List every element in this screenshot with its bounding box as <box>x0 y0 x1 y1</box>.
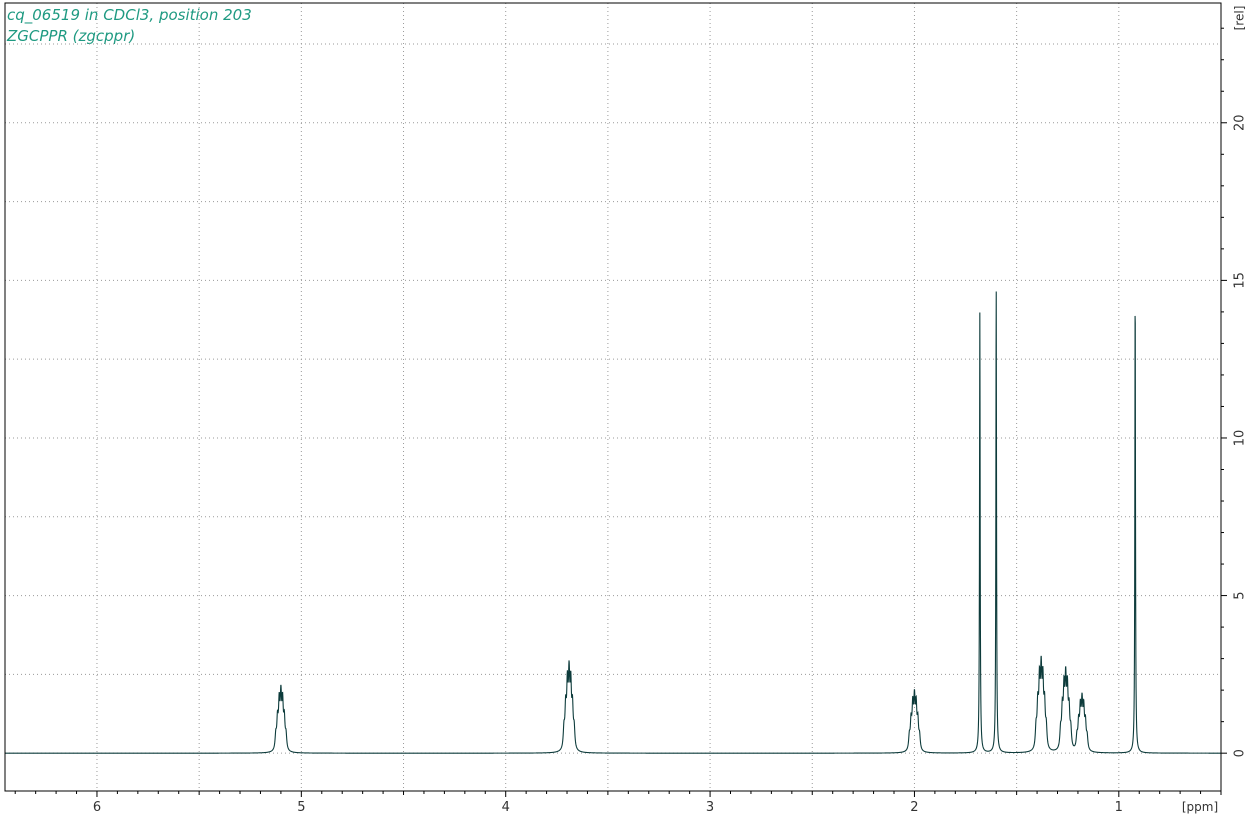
x-axis-unit: [ppm] <box>1182 800 1218 814</box>
y-axis-unit: [rel] <box>1233 6 1247 31</box>
y-axis: 0 5 10 15 20 [rel] <box>1221 6 1248 757</box>
spectrum-line <box>5 291 1221 754</box>
x-tick-label: 5 <box>297 800 305 815</box>
x-tick-label: 2 <box>910 800 918 815</box>
x-tick-label: 1 <box>1115 800 1123 815</box>
x-tick-label: 4 <box>502 800 510 815</box>
nmr-spectrum-chart: 6 5 4 3 2 1 [ppm] 0 5 10 15 20 [rel] <box>4 2 1248 815</box>
y-tick-label: 10 <box>1233 430 1248 447</box>
y-tick-label: 0 <box>1233 749 1248 757</box>
y-tick-label: 15 <box>1233 272 1248 289</box>
y-tick-label: 5 <box>1233 591 1248 599</box>
x-tick-label: 6 <box>93 800 101 815</box>
plot-frame <box>4 2 1222 792</box>
x-tick-label: 3 <box>706 800 714 815</box>
spectrum-trace <box>5 291 1221 754</box>
y-tick-label: 20 <box>1233 115 1248 132</box>
x-axis: 6 5 4 3 2 1 [ppm] <box>14 791 1222 815</box>
grid-lines <box>5 3 1222 791</box>
